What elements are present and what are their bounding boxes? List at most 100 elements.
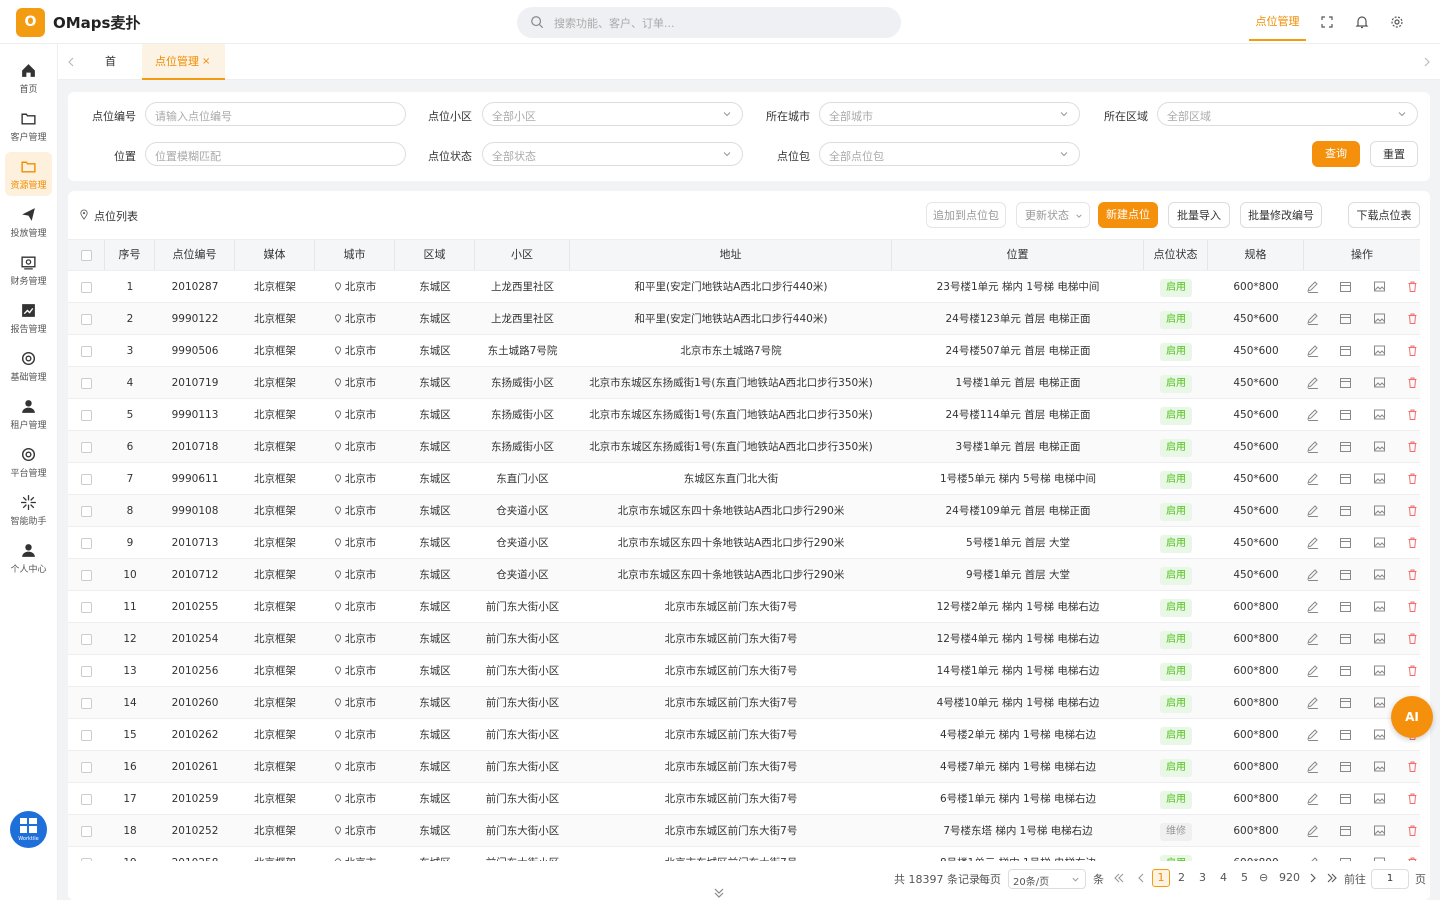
- worktile-button[interactable]: Worktile: [10, 811, 47, 848]
- table-row[interactable]: 18 2010252 北京框架 北京市 东城区 前门东大街小区 北京市东城区前门东大街7号 7…: [68, 815, 1420, 847]
- query-button[interactable]: 查询: [1312, 141, 1360, 167]
- calendar-icon[interactable]: [1339, 568, 1352, 581]
- edit-icon[interactable]: [1306, 312, 1319, 325]
- sidebar-item-delivery[interactable]: 投放管理: [5, 200, 52, 244]
- row-checkbox[interactable]: [81, 729, 92, 741]
- reset-button[interactable]: 重置: [1370, 141, 1418, 167]
- calendar-icon[interactable]: [1339, 440, 1352, 453]
- row-checkbox[interactable]: [81, 569, 92, 581]
- calendar-icon[interactable]: [1339, 376, 1352, 389]
- delete-icon[interactable]: [1406, 472, 1419, 485]
- page-5[interactable]: 5: [1241, 871, 1248, 884]
- row-select-cell[interactable]: [68, 847, 105, 861]
- table-row[interactable]: 3 9990506 北京框架 北京市 东城区 东土城路7号院 北京市东土城路7号院 24号楼5…: [68, 335, 1420, 367]
- row-checkbox[interactable]: [81, 761, 92, 773]
- code-input[interactable]: 请输入点位编号: [145, 102, 406, 126]
- delete-icon[interactable]: [1406, 408, 1419, 421]
- row-select-cell[interactable]: [68, 271, 105, 303]
- delete-icon[interactable]: [1406, 440, 1419, 453]
- image-icon[interactable]: [1373, 280, 1386, 293]
- table-row[interactable]: 17 2010259 北京框架 北京市 东城区 前门东大街小区 北京市东城区前门东大街7号 6…: [68, 783, 1420, 815]
- double-chevron-right-icon[interactable]: [1326, 872, 1338, 884]
- edit-icon[interactable]: [1306, 600, 1319, 613]
- calendar-icon[interactable]: [1339, 408, 1352, 421]
- add-to-package-button[interactable]: 追加到点位包: [926, 202, 1006, 228]
- table-row[interactable]: 12 2010254 北京框架 北京市 东城区 前门东大街小区 北京市东城区前门东大街7号 1…: [68, 623, 1420, 655]
- district-select[interactable]: 全部区域: [1157, 102, 1418, 126]
- table-row[interactable]: 15 2010262 北京框架 北京市 东城区 前门东大街小区 北京市东城区前门东大街7号 4…: [68, 719, 1420, 751]
- tab-home[interactable]: 首页: [105, 44, 125, 104]
- page-1[interactable]: 1: [1152, 869, 1170, 887]
- row-checkbox[interactable]: [81, 409, 92, 421]
- chevron-down-icon[interactable]: [706, 884, 732, 900]
- table-row[interactable]: 4 2010719 北京框架 北京市 东城区 东扬威街小区 北京市东城区东扬威街1号(东直门…: [68, 367, 1420, 399]
- calendar-icon[interactable]: [1339, 504, 1352, 517]
- delete-icon[interactable]: [1406, 632, 1419, 645]
- delete-icon[interactable]: [1406, 376, 1419, 389]
- row-select-cell[interactable]: [68, 463, 105, 495]
- calendar-icon[interactable]: [1339, 664, 1352, 677]
- edit-icon[interactable]: [1306, 376, 1319, 389]
- logo[interactable]: O: [16, 8, 45, 37]
- calendar-icon[interactable]: [1339, 280, 1352, 293]
- row-select-cell[interactable]: [68, 623, 105, 655]
- calendar-icon[interactable]: [1339, 728, 1352, 741]
- row-select-cell[interactable]: [68, 719, 105, 751]
- calendar-icon[interactable]: [1339, 472, 1352, 485]
- row-checkbox[interactable]: [81, 633, 92, 645]
- row-select-cell[interactable]: [68, 367, 105, 399]
- delete-icon[interactable]: [1406, 568, 1419, 581]
- image-icon[interactable]: [1373, 600, 1386, 613]
- calendar-icon[interactable]: [1339, 536, 1352, 549]
- sidebar-item-resources[interactable]: 资源管理: [5, 152, 52, 196]
- edit-icon[interactable]: [1306, 696, 1319, 709]
- batch-import-button[interactable]: 批量导入: [1168, 202, 1230, 228]
- sidebar-item-profile[interactable]: 个人中心: [5, 536, 52, 580]
- edit-icon[interactable]: [1306, 408, 1319, 421]
- community-select[interactable]: 全部小区: [482, 102, 743, 126]
- calendar-icon[interactable]: [1339, 312, 1352, 325]
- delete-icon[interactable]: [1406, 280, 1419, 293]
- edit-icon[interactable]: [1306, 472, 1319, 485]
- edit-icon[interactable]: [1306, 280, 1319, 293]
- table-row[interactable]: 13 2010256 北京框架 北京市 东城区 前门东大街小区 北京市东城区前门东大街7号 1…: [68, 655, 1420, 687]
- image-icon[interactable]: [1373, 760, 1386, 773]
- table-row[interactable]: 10 2010712 北京框架 北京市 东城区 仓夹道小区 北京市东城区东四十条地铁站A西北…: [68, 559, 1420, 591]
- table-row[interactable]: 1 2010287 北京框架 北京市 东城区 上龙西里社区 和平里(安定门地铁站A西北口步行…: [68, 271, 1420, 303]
- calendar-icon[interactable]: [1339, 696, 1352, 709]
- fullscreen-icon[interactable]: [1319, 14, 1335, 30]
- row-select-cell[interactable]: [68, 591, 105, 623]
- image-icon[interactable]: [1373, 792, 1386, 805]
- chevron-right-icon[interactable]: [1308, 872, 1318, 884]
- goto-input[interactable]: 1: [1371, 869, 1409, 889]
- page-3[interactable]: 3: [1199, 871, 1206, 884]
- edit-icon[interactable]: [1306, 824, 1319, 837]
- table-row[interactable]: 192010258北京框架北京市东城区前门东大街小区北京市东城区前门东大街7号8…: [68, 847, 1420, 861]
- image-icon[interactable]: [1373, 344, 1386, 357]
- row-checkbox[interactable]: [81, 825, 92, 837]
- chevron-left-icon[interactable]: [1136, 872, 1146, 884]
- ai-assistant-button[interactable]: AI: [1391, 696, 1433, 738]
- row-select-cell[interactable]: [68, 815, 105, 847]
- image-icon[interactable]: [1373, 440, 1386, 453]
- edit-icon[interactable]: [1306, 536, 1319, 549]
- more-pages[interactable]: ⊖: [1259, 871, 1268, 884]
- sidebar-item-tenants[interactable]: 租户管理: [5, 392, 52, 436]
- row-select-cell[interactable]: [68, 303, 105, 335]
- row-checkbox[interactable]: [81, 697, 92, 709]
- row-checkbox[interactable]: [81, 665, 92, 677]
- double-chevron-left-icon[interactable]: [1113, 872, 1125, 884]
- table-row[interactable]: 14 2010260 北京框架 北京市 东城区 前门东大街小区 北京市东城区前门东大街7号 4…: [68, 687, 1420, 719]
- row-select-cell[interactable]: [68, 655, 105, 687]
- image-icon[interactable]: [1373, 632, 1386, 645]
- global-search-input[interactable]: 搜索功能、客户、订单...: [517, 7, 901, 38]
- table-row[interactable]: 6 2010718 北京框架 北京市 东城区 东扬威街小区 北京市东城区东扬威街1号(东直门…: [68, 431, 1420, 463]
- table-row[interactable]: 5 9990113 北京框架 北京市 东城区 东扬威街小区 北京市东城区东扬威街1号(东直门…: [68, 399, 1420, 431]
- row-checkbox[interactable]: [81, 505, 92, 517]
- sidebar-item-finance[interactable]: 财务管理: [5, 248, 52, 292]
- new-point-button[interactable]: 新建点位: [1098, 202, 1158, 228]
- table-row[interactable]: 16 2010261 北京框架 北京市 东城区 前门东大街小区 北京市东城区前门东大街7号 4…: [68, 751, 1420, 783]
- sidebar-item-assistant[interactable]: 智能助手: [5, 488, 52, 532]
- page-2[interactable]: 2: [1178, 871, 1185, 884]
- image-icon[interactable]: [1373, 568, 1386, 581]
